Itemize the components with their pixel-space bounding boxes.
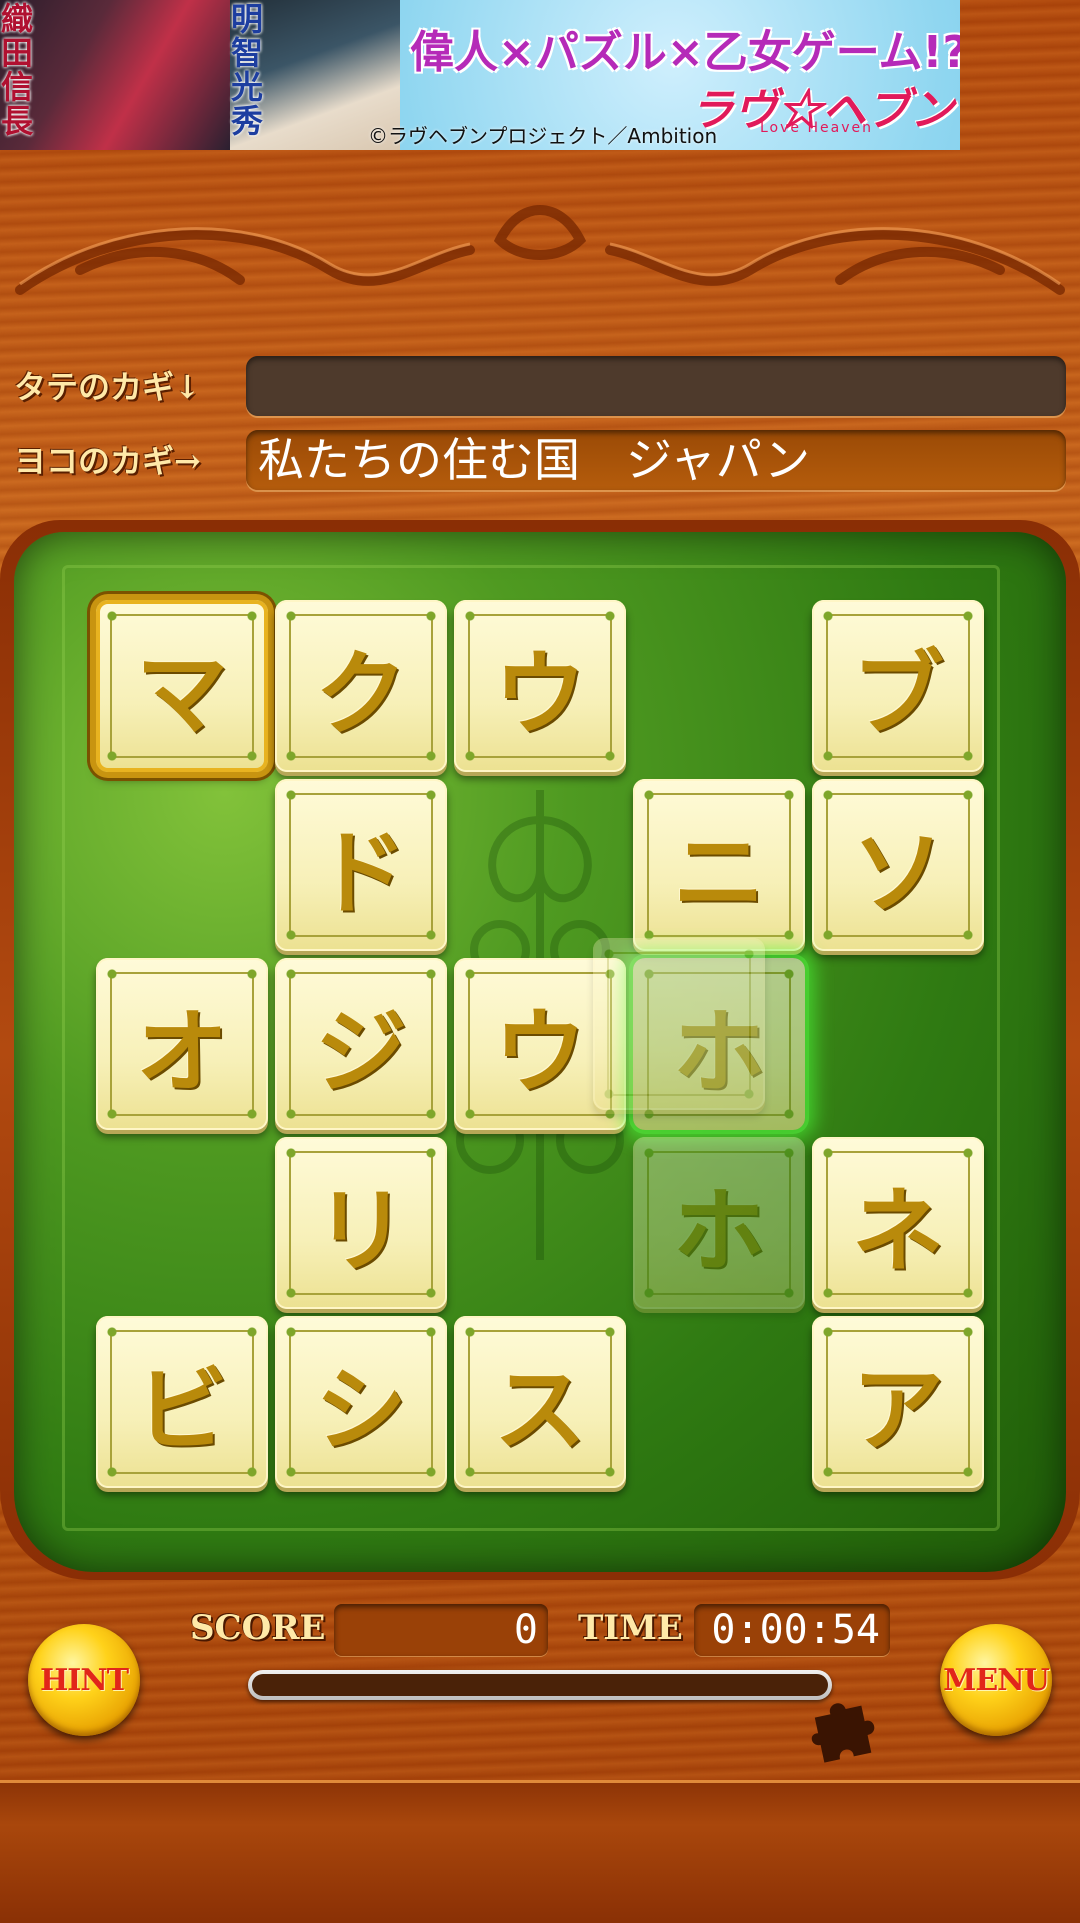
puzzle-piece-icon bbox=[811, 1703, 875, 1763]
letter-tile[interactable]: ウ bbox=[454, 600, 626, 772]
hint-button-label: HINT bbox=[39, 1662, 129, 1698]
banner-name-right: 明智光秀 bbox=[230, 0, 263, 140]
letter-tile[interactable]: オ bbox=[96, 958, 268, 1130]
vertical-clue-box bbox=[246, 356, 1066, 416]
letter-tile-char: ク bbox=[314, 640, 407, 748]
letter-tile[interactable]: ビ bbox=[96, 1316, 268, 1488]
letter-tile[interactable]: ブ bbox=[812, 600, 984, 772]
letter-tile[interactable]: マ bbox=[96, 600, 268, 772]
wood-carving-ornament bbox=[15, 205, 1065, 295]
letter-tile[interactable]: リ bbox=[275, 1137, 447, 1309]
progress-track bbox=[252, 1674, 828, 1696]
letter-tile[interactable]: ネ bbox=[812, 1137, 984, 1309]
letter-tile-char: ホ bbox=[672, 1177, 765, 1285]
letter-tile-char: リ bbox=[314, 1177, 407, 1285]
letter-tile-char: ソ bbox=[851, 819, 944, 927]
letter-tile[interactable]: ア bbox=[812, 1316, 984, 1488]
letter-tile-char: ジ bbox=[314, 998, 407, 1106]
hint-button[interactable]: HINT bbox=[28, 1624, 140, 1736]
progress-bar bbox=[248, 1670, 832, 1700]
letter-tile-char: ブ bbox=[851, 640, 944, 748]
vertical-clue-label: タテのカギ↓ bbox=[14, 368, 201, 406]
time-label: TIME bbox=[578, 1608, 683, 1648]
letter-tile[interactable]: ウ bbox=[454, 958, 626, 1130]
letter-tile[interactable]: ド bbox=[275, 779, 447, 951]
letter-tile[interactable]: ソ bbox=[812, 779, 984, 951]
letter-tile[interactable]: ク bbox=[275, 600, 447, 772]
banner-name-left: 織田信長 bbox=[0, 0, 33, 140]
menu-button[interactable]: MENU bbox=[940, 1624, 1052, 1736]
time-value: 0:00:54 bbox=[694, 1604, 890, 1656]
letter-tile-char: オ bbox=[135, 998, 228, 1106]
letter-tile[interactable]: ス bbox=[454, 1316, 626, 1488]
letter-tile-char: ウ bbox=[493, 640, 586, 748]
letter-tile-char: シ bbox=[314, 1356, 407, 1464]
letter-tile-char: ネ bbox=[851, 1177, 944, 1285]
letter-tile[interactable]: ホ bbox=[633, 1137, 805, 1309]
letter-tile-char: ウ bbox=[493, 998, 586, 1106]
letter-tile-char: ビ bbox=[135, 1356, 228, 1464]
letter-tile[interactable]: ニ bbox=[633, 779, 805, 951]
horizontal-clue-text: 私たちの住む国 ジャパン bbox=[258, 433, 810, 487]
menu-button-label: MENU bbox=[943, 1662, 1050, 1698]
letter-tile-char: マ bbox=[135, 640, 228, 748]
letter-tile-char: ス bbox=[493, 1356, 586, 1464]
banner-tagline: 偉人×パズル×乙女ゲーム!? bbox=[410, 27, 960, 78]
letter-tile[interactable]: ジ bbox=[275, 958, 447, 1130]
letter-tile-char: ド bbox=[314, 819, 407, 927]
horizontal-clue-label: ヨコのカギ→ bbox=[14, 442, 201, 480]
score-value: 0 bbox=[334, 1604, 548, 1656]
letter-tile[interactable]: シ bbox=[275, 1316, 447, 1488]
score-label: SCORE bbox=[190, 1608, 326, 1648]
banner-logo-sub: Love Heaven bbox=[760, 120, 873, 136]
letter-tile-char: ア bbox=[851, 1356, 944, 1464]
banner-character-image-left bbox=[0, 0, 230, 150]
bottom-wood-strip bbox=[0, 1780, 1080, 1923]
ad-banner[interactable]: 織田信長 明智光秀 偉人×パズル×乙女ゲーム!? ©ラヴヘブンプロジェクト／Am… bbox=[0, 0, 960, 150]
letter-tile-char: ニ bbox=[672, 819, 765, 927]
banner-copyright: ©ラヴヘブンプロジェクト／Ambition bbox=[368, 124, 718, 148]
